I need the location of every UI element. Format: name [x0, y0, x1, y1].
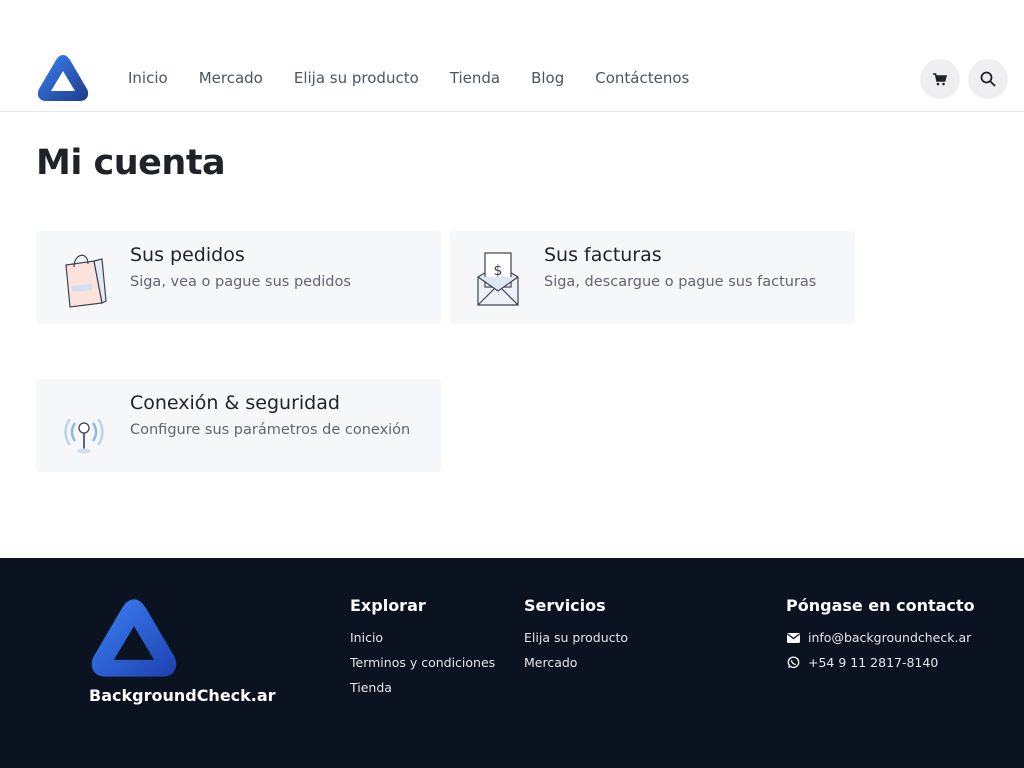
search-button[interactable]: [968, 59, 1008, 99]
card-invoices[interactable]: $ Sus facturas Siga, descargue o pague s…: [450, 231, 855, 324]
brand-logo-icon[interactable]: [36, 53, 90, 103]
card-subtitle: Siga, descargue o pague sus facturas: [544, 274, 817, 290]
footer-services: Servicios Elija su producto Mercado: [524, 596, 628, 675]
contact-phone[interactable]: +54 9 11 2817-8140: [786, 650, 975, 675]
cart-button[interactable]: [920, 59, 960, 99]
nav-inicio[interactable]: Inicio: [128, 69, 168, 87]
footer-link-tienda[interactable]: Tienda: [350, 675, 495, 700]
footer-link-inicio[interactable]: Inicio: [350, 625, 495, 650]
contact-phone-text: +54 9 11 2817-8140: [808, 655, 939, 670]
mail-icon: [786, 631, 800, 645]
card-subtitle: Siga, vea o pague sus pedidos: [130, 274, 351, 290]
cart-icon: [933, 72, 947, 85]
footer-logo-icon[interactable]: [88, 596, 180, 680]
card-security[interactable]: Conexión & seguridad Configure sus parám…: [36, 379, 441, 472]
invoice-envelope-icon: $: [477, 252, 519, 306]
card-title: Conexión & seguridad: [130, 392, 340, 414]
site-header: Inicio Mercado Elija su producto Tienda …: [0, 0, 1024, 112]
footer-link-elija-producto[interactable]: Elija su producto: [524, 625, 628, 650]
search-icon: [980, 71, 996, 87]
footer-brand: BackgroundCheck.ar: [89, 686, 276, 705]
footer-explore: Explorar Inicio Terminos y condiciones T…: [350, 596, 495, 700]
footer-heading: Póngase en contacto: [786, 596, 975, 615]
nav-tienda[interactable]: Tienda: [450, 69, 500, 87]
contact-email[interactable]: info@backgroundcheck.ar: [786, 625, 975, 650]
card-subtitle: Configure sus parámetros de conexión: [130, 422, 411, 438]
footer-heading: Servicios: [524, 596, 606, 615]
nav-blog[interactable]: Blog: [531, 69, 564, 87]
shopping-bag-icon: [65, 254, 107, 308]
footer-link-terminos[interactable]: Terminos y condiciones: [350, 650, 495, 675]
contact-email-text: info@backgroundcheck.ar: [808, 630, 972, 645]
nav-mercado[interactable]: Mercado: [199, 69, 263, 87]
card-title: Sus pedidos: [130, 244, 245, 266]
footer-link-mercado[interactable]: Mercado: [524, 650, 628, 675]
svg-text:$: $: [494, 263, 503, 279]
card-title: Sus facturas: [544, 244, 662, 266]
whatsapp-icon: [786, 656, 800, 670]
footer-heading: Explorar: [350, 596, 426, 615]
site-footer: BackgroundCheck.ar Explorar Inicio Termi…: [0, 558, 1024, 768]
footer-contact: Póngase en contacto info@backgroundcheck…: [786, 596, 975, 675]
card-orders[interactable]: Sus pedidos Siga, vea o pague sus pedido…: [36, 231, 441, 324]
main-nav: Inicio Mercado Elija su producto Tienda …: [128, 69, 720, 87]
page-title: Mi cuenta: [36, 143, 226, 183]
signal-antenna-icon: [64, 418, 104, 454]
nav-contactenos[interactable]: Contáctenos: [595, 69, 689, 87]
nav-elija-producto[interactable]: Elija su producto: [294, 69, 419, 87]
